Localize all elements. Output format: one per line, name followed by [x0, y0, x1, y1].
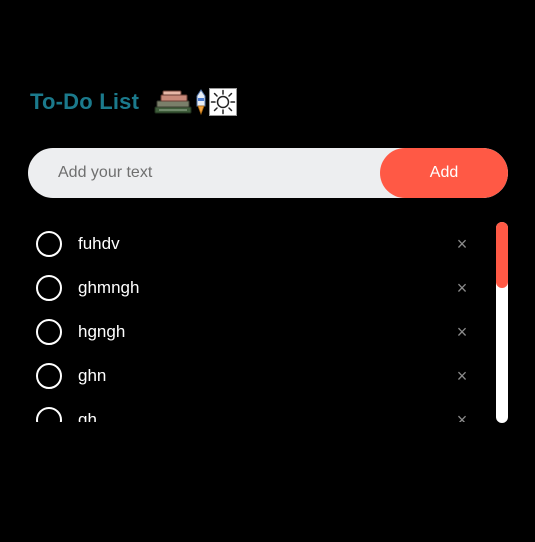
delete-icon[interactable]: × [452, 278, 472, 298]
task-text: ghn [78, 366, 107, 385]
task-checkbox[interactable] [36, 319, 62, 345]
list-item[interactable]: ghmngh × [28, 266, 480, 310]
list-item[interactable]: ghn × [28, 354, 480, 398]
task-checkbox[interactable] [36, 363, 62, 389]
header-icons [153, 88, 238, 116]
task-text: gh [78, 410, 97, 422]
task-text: fuhdv [78, 234, 120, 253]
task-list: fuhdv × ghmngh × hgngh × ghn × gh × [28, 222, 480, 422]
task-text: hgngh [78, 322, 126, 341]
task-text: ghmngh [78, 278, 140, 297]
list-item[interactable]: gh × [28, 398, 480, 422]
delete-icon[interactable]: × [452, 234, 472, 254]
task-input[interactable] [28, 148, 380, 198]
books-icon [153, 88, 193, 116]
delete-icon[interactable]: × [452, 366, 472, 386]
rocket-pencil-icon [193, 88, 209, 116]
page-title: To-Do List [30, 89, 140, 114]
list-item[interactable]: hgngh × [28, 310, 480, 354]
header: To-Do List [30, 84, 238, 120]
task-checkbox[interactable] [36, 231, 62, 257]
scrollbar-thumb[interactable] [496, 222, 508, 288]
input-row: Add [28, 148, 508, 198]
delete-icon[interactable]: × [452, 410, 472, 422]
task-checkbox[interactable] [36, 407, 62, 422]
delete-icon[interactable]: × [452, 322, 472, 342]
sun-icon [209, 88, 238, 116]
list-item[interactable]: fuhdv × [28, 222, 480, 266]
add-button[interactable]: Add [380, 148, 508, 198]
todo-app: To-Do List Add your text Add fuhdv × ghm… [0, 0, 535, 542]
task-checkbox[interactable] [36, 275, 62, 301]
scrollbar[interactable] [496, 222, 508, 423]
